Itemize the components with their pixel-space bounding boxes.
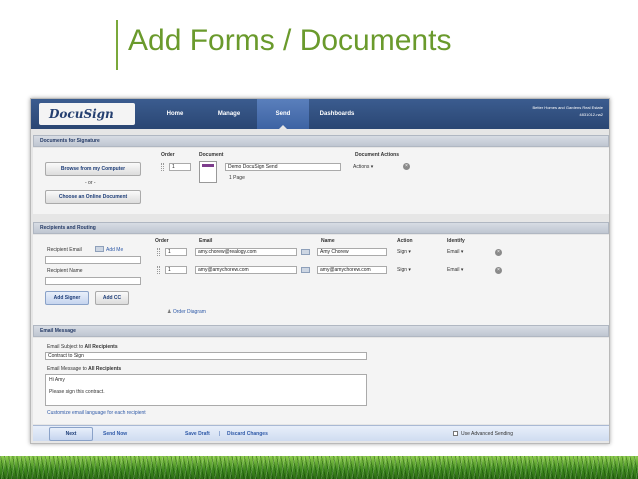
recipient-name-label: Recipient Name	[47, 268, 83, 274]
col-identify: Identify	[447, 238, 465, 244]
docusign-screenshot: DocuSign Home Manage Send Dashboards Bet…	[30, 98, 610, 444]
account-id: 4831012-na2	[579, 112, 603, 117]
customize-email-link[interactable]: Customize email language for each recipi…	[47, 410, 146, 416]
save-draft-link[interactable]: Save Draft	[185, 431, 210, 437]
subject-target: All Recipients	[84, 344, 118, 350]
col-document: Document	[199, 152, 224, 158]
message-line-1: Hi Amy	[49, 377, 65, 383]
document-order-input[interactable]: 1	[169, 163, 191, 171]
recipient-action-dropdown[interactable]: Sign ▾	[397, 249, 411, 255]
address-book-icon[interactable]	[301, 267, 310, 273]
nav-home[interactable]: Home	[149, 99, 201, 129]
email-section-header: Email Message	[33, 325, 609, 337]
email-panel: Email Subject to All Recipients Contract…	[33, 338, 609, 424]
recipient-email-input[interactable]	[45, 256, 141, 264]
next-button[interactable]: Next	[49, 427, 93, 441]
drag-handle-icon[interactable]	[157, 266, 160, 274]
add-me-link[interactable]: Add Me	[106, 247, 123, 253]
recipient-name-field[interactable]: Amy Chorew	[317, 248, 387, 256]
message-line-2: Please sign this contract.	[49, 389, 105, 395]
document-name-input[interactable]: Demo DocuSign Send	[225, 163, 341, 171]
document-thumbnail	[199, 161, 217, 183]
recipient-action-dropdown[interactable]: Sign ▾	[397, 267, 411, 273]
col-document-actions: Document Actions	[355, 152, 399, 158]
recipient-email-field[interactable]: amy.chorew@realogy.com	[195, 248, 297, 256]
address-book-icon[interactable]	[95, 246, 104, 252]
action-bar: Next Send Now Save Draft | Discard Chang…	[33, 425, 609, 441]
subject-prefix: Email Subject to	[47, 344, 84, 350]
documents-panel: Browse from my Computer - or - Choose an…	[33, 148, 609, 214]
recipient-order-input[interactable]: 1	[165, 248, 187, 256]
recipient-identify-dropdown[interactable]: Email ▾	[447, 267, 463, 273]
recipient-order-input[interactable]: 1	[165, 266, 187, 274]
recipient-name-input[interactable]	[45, 277, 141, 285]
drag-handle-icon[interactable]	[161, 163, 164, 171]
add-cc-button[interactable]: Add CC	[95, 291, 129, 305]
remove-recipient-icon[interactable]: ×	[495, 249, 502, 256]
email-message-label: Email Message to All Recipients	[47, 366, 121, 372]
add-signer-button[interactable]: Add Signer	[45, 291, 89, 305]
account-name: Better Homes and Gardens Real Estate	[532, 105, 603, 110]
recipient-name-field[interactable]: amy@amychorew.com	[317, 266, 387, 274]
document-pages: 1 Page	[229, 175, 245, 181]
or-separator: - or -	[85, 180, 96, 186]
order-diagram-label: Order Diagram	[172, 309, 206, 315]
title-accent-bar	[116, 20, 118, 70]
drag-handle-icon[interactable]	[157, 248, 160, 256]
recipient-identify-dropdown[interactable]: Email ▾	[447, 249, 463, 255]
discard-changes-link[interactable]: Discard Changes	[227, 431, 268, 437]
docusign-logo: DocuSign	[39, 103, 135, 125]
browse-computer-button[interactable]: Browse from my Computer	[45, 162, 141, 176]
email-message-textarea[interactable]: Hi Amy Please sign this contract.	[45, 374, 367, 406]
col-name: Name	[321, 238, 335, 244]
nav-manage[interactable]: Manage	[203, 99, 255, 129]
recipient-email-label: Recipient Email	[47, 247, 82, 253]
address-book-icon[interactable]	[301, 249, 310, 255]
slide-title: Add Forms / Documents	[128, 24, 452, 57]
email-subject-input[interactable]: Contract to Sign	[45, 352, 367, 360]
advanced-sending-checkbox[interactable]	[453, 431, 458, 436]
recipient-email-field[interactable]: amy@amychorew.com	[195, 266, 297, 274]
col-order: Order	[161, 152, 175, 158]
online-document-button[interactable]: Choose an Online Document	[45, 190, 141, 204]
remove-document-icon[interactable]: ×	[403, 163, 410, 170]
message-target: All Recipients	[88, 366, 122, 372]
grass-footer-image	[0, 456, 638, 479]
send-now-link[interactable]: Send Now	[103, 431, 127, 437]
email-subject-label: Email Subject to All Recipients	[47, 344, 118, 350]
recipients-section-header: Recipients and Routing	[33, 222, 609, 234]
message-prefix: Email Message to	[47, 366, 87, 372]
col-email: Email	[199, 238, 213, 244]
recipients-panel: Recipient Email Add Me Recipient Name Ad…	[33, 235, 609, 325]
advanced-sending-label: Use Advanced Sending	[461, 431, 513, 437]
nav-send[interactable]: Send	[257, 99, 309, 129]
col-action: Action	[397, 238, 413, 244]
order-diagram-link[interactable]: ♟ Order Diagram	[167, 309, 206, 315]
remove-recipient-icon[interactable]: ×	[495, 267, 502, 274]
documents-section-header: Documents for Signature	[33, 135, 609, 147]
col-order: Order	[155, 238, 169, 244]
footer-separator: |	[219, 431, 221, 437]
nav-dashboards[interactable]: Dashboards	[311, 99, 363, 129]
top-navigation: DocuSign Home Manage Send Dashboards Bet…	[31, 99, 609, 129]
account-info: Better Homes and Gardens Real Estate 483…	[533, 104, 603, 118]
document-actions-dropdown[interactable]: Actions ▾	[353, 164, 373, 170]
